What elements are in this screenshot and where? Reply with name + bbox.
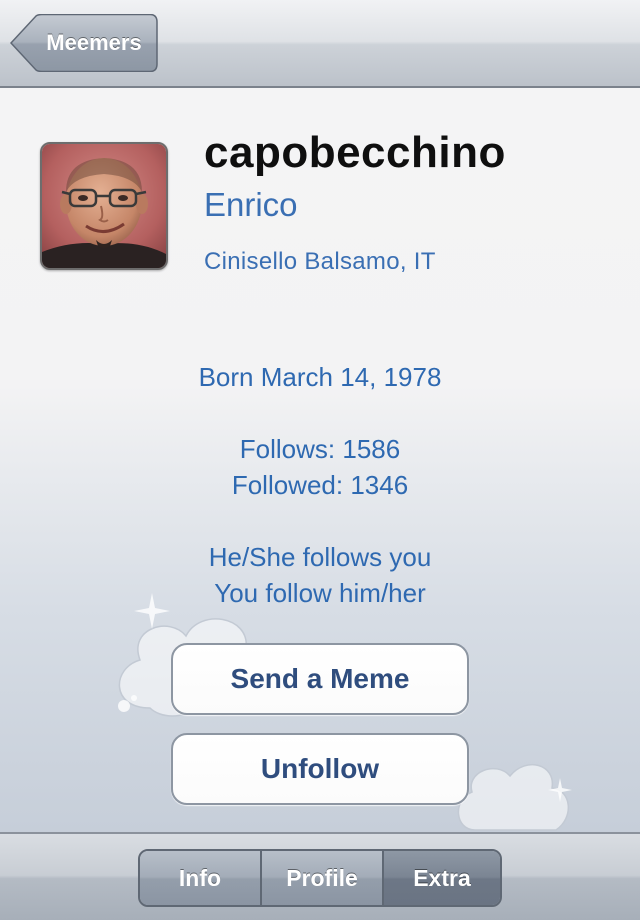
tab-extra[interactable]: Extra xyxy=(382,851,500,905)
back-button[interactable]: Meemers xyxy=(10,14,158,72)
follows-count: Follows: 1586 xyxy=(239,434,401,464)
tab-info[interactable]: Info xyxy=(140,851,260,905)
followed-count: Followed: 1346 xyxy=(231,470,409,500)
navigation-bar: Meemers xyxy=(0,0,640,88)
real-name: Enrico xyxy=(204,186,298,223)
send-meme-button[interactable]: Send a Meme xyxy=(171,643,469,715)
back-button-label: Meemers xyxy=(46,30,142,55)
follows-you-status: He/She follows you xyxy=(208,542,432,572)
avatar-image xyxy=(42,144,166,268)
segmented-control: Info Profile Extra xyxy=(138,849,502,907)
you-follow-status: You follow him/her xyxy=(214,578,426,608)
tab-profile[interactable]: Profile xyxy=(260,851,382,905)
profile-avatar xyxy=(40,142,168,270)
unfollow-button[interactable]: Unfollow xyxy=(171,733,469,805)
birth-date: Born March 14, 1978 xyxy=(198,362,442,392)
username: capobecchino xyxy=(204,128,506,177)
profile-content: capobecchino Enrico Cinisello Balsamo, I… xyxy=(0,88,640,832)
bottom-toolbar: Info Profile Extra xyxy=(0,832,640,920)
location: Cinisello Balsamo, IT xyxy=(204,248,436,275)
